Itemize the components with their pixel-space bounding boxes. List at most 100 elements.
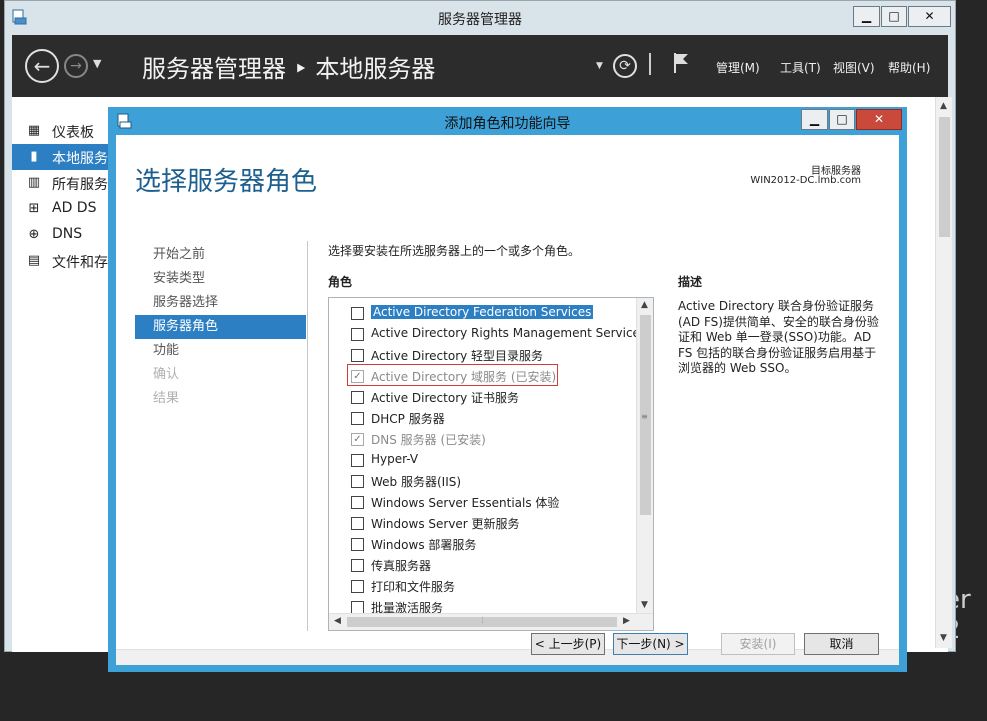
role-label: Active Directory Federation Services: [371, 305, 594, 319]
scroll-left-icon[interactable]: ◀: [330, 614, 345, 629]
step-results: 结果: [153, 391, 180, 406]
role-item[interactable]: DHCP 服务器: [333, 407, 635, 428]
previous-button[interactable]: < 上一步(P): [531, 633, 605, 655]
next-button[interactable]: 下一步(N) >: [613, 633, 688, 655]
role-checkbox[interactable]: [351, 454, 364, 467]
role-checkbox[interactable]: [351, 559, 364, 572]
role-item[interactable]: 打印和文件服务: [333, 575, 635, 596]
role-label: DHCP 服务器: [371, 412, 445, 426]
scroll-up-icon[interactable]: ▲: [936, 99, 951, 114]
dropdown-arrow-icon[interactable]: ▼: [596, 61, 603, 71]
dashboard-icon: ▦: [27, 123, 41, 138]
menu-manage[interactable]: 管理(M): [716, 59, 760, 76]
role-checkbox[interactable]: [351, 496, 364, 509]
role-item[interactable]: Active Directory Federation Services: [333, 302, 635, 323]
notifications-flag-icon[interactable]: [672, 51, 690, 79]
role-item[interactable]: Active Directory 证书服务: [333, 386, 635, 407]
step-server-selection[interactable]: 服务器选择: [135, 291, 306, 315]
roles-list[interactable]: Active Directory Federation Services Acti…: [328, 297, 654, 631]
role-label: DNS 服务器 (已安装): [371, 433, 486, 447]
sidebar-item-file-storage[interactable]: ▤ 文件和存储服务: [12, 248, 116, 274]
role-item[interactable]: Windows Server Essentials 体验: [333, 491, 635, 512]
main-scrollbar[interactable]: ▲ ▼: [935, 97, 952, 648]
scroll-up-icon[interactable]: ▲: [637, 298, 652, 313]
back-arrow-icon[interactable]: ←: [25, 49, 59, 83]
scroll-grip-icon: ≡: [641, 412, 648, 421]
role-checkbox: ✓: [351, 433, 364, 446]
roles-list-vscrollbar[interactable]: ▲ ≡ ▼: [636, 298, 653, 613]
roles-list-hscrollbar[interactable]: ◀ ⦙ ▶: [329, 613, 653, 630]
wizard-close-button[interactable]: ✕: [856, 109, 902, 130]
role-checkbox[interactable]: [351, 307, 364, 320]
chevron-down-icon[interactable]: ▼: [93, 57, 101, 70]
role-checkbox[interactable]: [351, 517, 364, 530]
role-label: Web 服务器(IIS): [371, 475, 462, 489]
role-item: ✓ Active Directory 域服务 (已安装): [333, 364, 635, 386]
role-label: Active Directory 轻型目录服务: [371, 349, 544, 363]
role-checkbox: ✓: [351, 370, 364, 383]
sidebar-item-local-server[interactable]: ▮ 本地服务器: [12, 144, 116, 170]
sidebar-item-dashboard[interactable]: ▦ 仪表板: [12, 118, 116, 144]
role-item[interactable]: Web 服务器(IIS): [333, 470, 635, 491]
step-installation-type[interactable]: 安装类型: [135, 267, 306, 291]
role-item: ✓ DNS 服务器 (已安装): [333, 428, 635, 449]
scroll-right-icon[interactable]: ▶: [619, 614, 634, 629]
wizard-minimize-button[interactable]: ▁: [801, 109, 828, 130]
steps-divider: [307, 241, 308, 631]
role-item[interactable]: Hyper-V: [333, 449, 635, 470]
sidebar-item-dns[interactable]: ⊕ DNS: [12, 222, 116, 248]
role-checkbox[interactable]: [351, 538, 364, 551]
step-server-roles[interactable]: 服务器角色: [135, 315, 306, 339]
role-label: Active Directory Rights Management Servi…: [371, 326, 647, 340]
step-before-you-begin[interactable]: 开始之前: [135, 243, 306, 267]
menu-tools[interactable]: 工具(T): [780, 59, 821, 76]
role-label: Active Directory 证书服务: [371, 391, 520, 405]
close-button[interactable]: ✕: [908, 6, 951, 27]
role-item[interactable]: 传真服务器: [333, 554, 635, 575]
sidebar-item-ad-ds[interactable]: ⊞ AD DS: [12, 196, 116, 222]
role-checkbox[interactable]: [351, 349, 364, 362]
title-bar: 服务器管理器 ▁ □ ✕: [5, 1, 955, 35]
scroll-thumb[interactable]: [939, 117, 950, 237]
wizard-title: 添加角色和功能向导: [444, 116, 571, 132]
role-item[interactable]: Active Directory Rights Management Servi…: [333, 323, 646, 344]
header-bar: ← → ▼ 服务器管理器 ‣ 本地服务器 ▼ ⟳ 管理(M) 工具(T) 视图(…: [12, 35, 948, 97]
page-title: 选择服务器角色: [135, 167, 318, 197]
forward-arrow-icon[interactable]: →: [64, 54, 88, 78]
description-header: 描述: [678, 275, 703, 289]
wizard-maximize-button[interactable]: □: [829, 109, 855, 130]
instruction-text: 选择要安装在所选服务器上的一个或多个角色。: [328, 244, 581, 258]
sidebar-item-all-servers[interactable]: ▥ 所有服务器: [12, 170, 116, 196]
role-item[interactable]: Windows 部署服务: [333, 533, 635, 554]
role-label: Windows Server Essentials 体验: [371, 496, 560, 510]
maximize-button[interactable]: □: [881, 6, 907, 27]
role-checkbox[interactable]: [351, 412, 364, 425]
window-title: 服务器管理器: [438, 12, 522, 28]
role-description: Active Directory 联合身份验证服务 (AD FS)提供简单、安全…: [678, 299, 879, 375]
role-item[interactable]: Windows Server 更新服务: [333, 512, 635, 533]
role-checkbox[interactable]: [351, 328, 364, 341]
dns-icon: ⊕: [28, 227, 40, 242]
role-checkbox[interactable]: [351, 580, 364, 593]
target-server-value: WIN2012-DC.lmb.com: [750, 175, 861, 186]
server-icon: ▮: [30, 149, 38, 164]
cancel-button[interactable]: 取消: [804, 633, 879, 655]
refresh-icon[interactable]: ⟳: [613, 54, 637, 78]
sidebar: ▦ 仪表板 ▮ 本地服务器 ▥ 所有服务器 ⊞ AD DS ⊕ DNS ▤ 文件…: [12, 97, 116, 652]
menu-view[interactable]: 视图(V): [833, 59, 875, 76]
roles-header: 角色: [328, 275, 353, 289]
role-checkbox[interactable]: [351, 391, 364, 404]
menu-help[interactable]: 帮助(H): [888, 59, 930, 76]
role-label: 打印和文件服务: [371, 580, 456, 594]
step-features[interactable]: 功能: [135, 339, 306, 363]
file-storage-icon: ▤: [27, 253, 41, 268]
role-label: Windows 部署服务: [371, 538, 477, 552]
minimize-button[interactable]: ▁: [853, 6, 880, 27]
role-checkbox[interactable]: [351, 475, 364, 488]
role-label: Hyper-V: [371, 452, 419, 466]
breadcrumb: 服务器管理器 ‣ 本地服务器: [142, 55, 436, 83]
role-label: Windows Server 更新服务: [371, 517, 520, 531]
role-item[interactable]: Active Directory 轻型目录服务: [333, 344, 635, 365]
scroll-down-icon[interactable]: ▼: [637, 598, 652, 613]
scroll-down-icon[interactable]: ▼: [936, 631, 951, 646]
